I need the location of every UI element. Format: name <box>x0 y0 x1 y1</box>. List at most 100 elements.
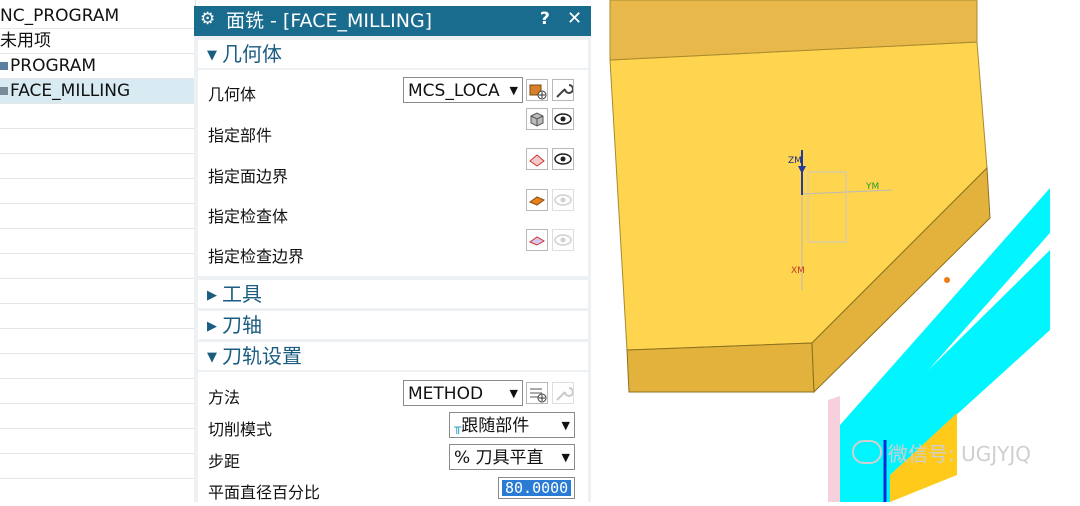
section-geometry-header[interactable]: ▼ 几何体 <box>198 40 588 68</box>
section-tool-header[interactable]: ▶ 工具 <box>198 280 588 308</box>
nav-row-label: 未用项 <box>0 31 51 51</box>
display-part-button[interactable] <box>552 108 574 130</box>
watermark: 微信号: UGJYJQ <box>852 438 1031 467</box>
nav-row-empty <box>0 454 195 479</box>
nav-row-face-milling[interactable]: FACE_MILLING <box>0 79 195 104</box>
chevron-down-icon: ▼ <box>561 419 570 432</box>
watermark-text: 微信号: UGJYJQ <box>888 442 1031 466</box>
nav-row-unused[interactable]: 未用项 <box>0 29 195 54</box>
gear-icon[interactable]: ⚙ <box>200 9 215 29</box>
display-face-boundary-button[interactable] <box>552 148 574 170</box>
section-title: 几何体 <box>222 42 282 66</box>
nav-row-empty <box>0 329 195 354</box>
specify-check-boundary-label: 指定检查边界 <box>208 247 305 266</box>
edit-geometry-button[interactable] <box>552 79 574 101</box>
dialog-title-bar[interactable]: ⚙ 面铣 - [FACE_MILLING] ? ✕ <box>194 6 591 36</box>
nav-row-empty <box>0 104 195 129</box>
face-milling-dialog: ⚙ 面铣 - [FACE_MILLING] ? ✕ ▼ 几何体 几何体 MCS_L… <box>194 6 591 502</box>
eye-icon <box>554 234 572 246</box>
check-boundary-icon <box>528 236 546 246</box>
wrench-icon <box>556 84 574 98</box>
check-body-icon <box>528 196 546 206</box>
expand-triangle-icon: ▶ <box>207 319 217 334</box>
nav-row-empty <box>0 354 195 379</box>
eye-icon <box>554 153 572 165</box>
geometry-dropdown-value: MCS_LOCA <box>408 81 500 101</box>
close-button[interactable]: ✕ <box>567 8 582 29</box>
specify-check-body-label: 指定检查体 <box>208 207 289 226</box>
chevron-down-icon: ▼ <box>509 387 518 400</box>
part-top-face <box>609 41 988 351</box>
chevron-down-icon: ▼ <box>509 84 518 97</box>
nav-row-empty <box>0 254 195 279</box>
method-dropdown-value: METHOD <box>408 384 484 404</box>
section-title: 刀轨设置 <box>222 344 302 368</box>
nav-row-empty <box>0 279 195 304</box>
operation-icon <box>0 87 8 95</box>
nav-row-empty <box>0 304 195 329</box>
eye-icon <box>554 194 572 206</box>
dialog-title: 面铣 - [FACE_MILLING] <box>226 10 433 32</box>
nav-row-label: NC_PROGRAM <box>0 6 120 26</box>
nav-row-empty <box>0 179 195 204</box>
method-label: 方法 <box>208 388 241 407</box>
wechat-icon <box>852 440 882 464</box>
face-boundary-icon <box>529 154 545 167</box>
nav-row-label: PROGRAM <box>10 56 97 76</box>
part-front-face <box>626 342 815 393</box>
nav-row-empty <box>0 129 195 154</box>
axis-y-label: YM <box>865 182 879 192</box>
section-tool-axis-header[interactable]: ▶ 刀轴 <box>198 311 588 339</box>
display-check-body-button[interactable] <box>552 189 574 211</box>
operation-navigator: NC_PROGRAM 未用项 PROGRAM FACE_MILLING <box>0 0 196 502</box>
help-button[interactable]: ? <box>540 9 550 29</box>
axis-x-label: XM <box>791 266 805 276</box>
nav-row-program[interactable]: PROGRAM <box>0 54 195 79</box>
stepover-value: % 刀具平直 <box>454 448 544 468</box>
section-title: 刀轴 <box>222 313 262 337</box>
nav-row-empty <box>0 379 195 404</box>
nav-row-empty <box>0 429 195 454</box>
stepover-dropdown[interactable]: % 刀具平直 ▼ <box>449 444 575 470</box>
nav-row-empty <box>0 154 195 179</box>
geometry-label: 几何体 <box>208 85 257 104</box>
specify-part-label: 指定部件 <box>208 126 273 145</box>
part-model: ZM YM XM <box>609 0 1050 502</box>
nav-row-empty <box>0 404 195 429</box>
cut-pattern-value: 跟随部件 <box>461 416 530 436</box>
part-icon <box>530 112 544 127</box>
section-title: 工具 <box>222 282 262 306</box>
new-geometry-button[interactable] <box>526 79 548 101</box>
nav-row-label: FACE_MILLING <box>10 81 131 101</box>
create-method-icon <box>530 388 547 403</box>
select-part-button[interactable] <box>526 108 548 130</box>
origin-point <box>944 277 950 283</box>
nav-row-empty <box>0 479 195 502</box>
nav-row-empty <box>0 229 195 254</box>
select-check-boundary-button[interactable] <box>526 229 548 251</box>
nav-row-empty <box>0 204 195 229</box>
nav-row-nc-program[interactable]: NC_PROGRAM <box>0 4 195 29</box>
chevron-down-icon: ▼ <box>561 451 570 464</box>
method-dropdown[interactable]: METHOD ▼ <box>403 380 523 406</box>
tool-shadow <box>828 396 840 502</box>
graphics-viewport[interactable]: ZM YM XM 微信号: UGJYJQ <box>592 0 1080 502</box>
percent-flat-diameter-value: 80.0000 <box>502 480 572 496</box>
collapse-triangle-icon: ▼ <box>207 48 217 63</box>
geometry-dropdown[interactable]: MCS_LOCA ▼ <box>403 77 523 103</box>
section-path-settings-header[interactable]: ▼ 刀轨设置 <box>198 342 588 370</box>
new-method-button[interactable] <box>526 382 548 404</box>
percent-flat-diameter-label: 平面直径百分比 <box>208 483 321 502</box>
stepover-label: 步距 <box>208 452 241 471</box>
percent-flat-diameter-input[interactable]: 80.0000 <box>498 477 575 499</box>
cut-pattern-label: 切削模式 <box>208 420 273 439</box>
wrench-icon <box>556 387 574 401</box>
cut-pattern-dropdown[interactable]: ╥跟随部件 ▼ <box>449 412 575 438</box>
folder-icon <box>0 62 8 70</box>
display-check-boundary-button[interactable] <box>552 229 574 251</box>
select-face-boundary-button[interactable] <box>526 148 548 170</box>
expand-triangle-icon: ▶ <box>207 288 217 303</box>
eye-icon <box>554 113 572 125</box>
select-check-body-button[interactable] <box>526 189 548 211</box>
edit-method-button[interactable] <box>552 382 574 404</box>
